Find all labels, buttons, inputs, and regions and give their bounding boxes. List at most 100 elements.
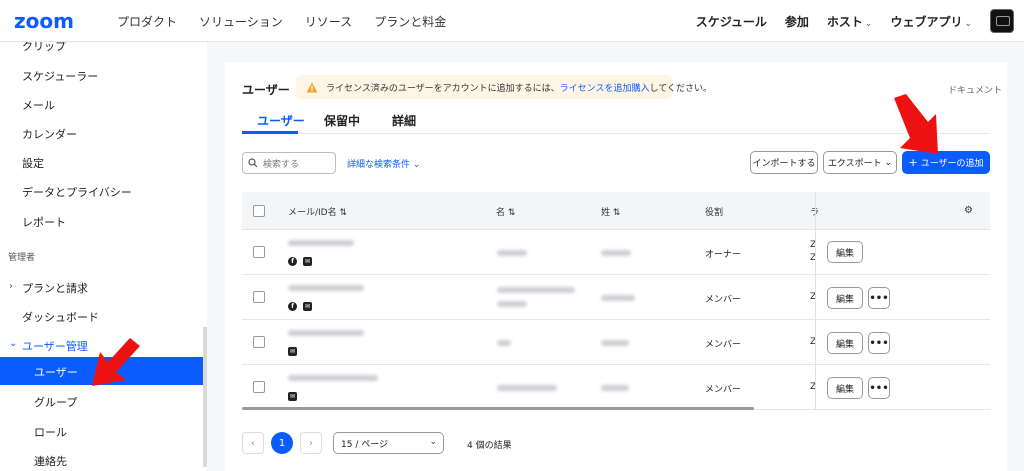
select-all-checkbox[interactable] — [253, 205, 265, 217]
tab-pending[interactable]: 保留中 — [324, 112, 360, 129]
license-banner: ライセンス済みのユーザーをアカウントに追加するには、 ライセンスを追加購入 して… — [296, 75, 712, 99]
top-nav-menu: プロダクト ソリューション リソース プランと料金 — [117, 0, 446, 42]
header-role: 役割 — [705, 208, 724, 218]
sidebar-item-user-management[interactable]: ユーザー管理 — [22, 338, 88, 354]
sidebar-item-reports[interactable]: レポート — [22, 214, 66, 230]
results-count: 4 個の結果 — [467, 441, 512, 451]
mail-icon: ✉ — [303, 302, 312, 311]
chevron-down-icon: ⌄ — [9, 338, 18, 349]
banner-text-before: ライセンス済みのユーザーをアカウントに追加するには、 — [326, 83, 560, 94]
mail-icon: ✉ — [303, 257, 312, 266]
nav-join[interactable]: 参加 — [785, 13, 809, 30]
nav-schedule[interactable]: スケジュール — [696, 13, 767, 30]
mail-icon: ✉ — [288, 347, 297, 356]
sidebar-item-groups[interactable]: グループ — [34, 394, 77, 410]
search-icon — [248, 158, 258, 168]
red-arrow-annotation — [894, 94, 938, 154]
top-right-menu: スケジュール 参加 ホスト ⌄ ウェブアプリ ⌄ — [696, 0, 1014, 42]
more-actions-button[interactable]: ••• — [868, 377, 890, 399]
row-checkbox[interactable] — [253, 336, 265, 348]
mail-icon: ✉ — [288, 392, 297, 401]
table-header: メール/ID名 ⇅ 名 ⇅ 姓 ⇅ 役割 ラ ⚙ — [242, 192, 990, 230]
sidebar-item-settings[interactable]: 設定 — [22, 155, 44, 171]
header-first-name[interactable]: 名 ⇅ — [496, 205, 515, 218]
zoom-logo[interactable]: zoom — [14, 9, 74, 33]
page-button-current[interactable]: 1 — [271, 432, 293, 454]
active-tab-indicator — [242, 131, 298, 134]
import-button[interactable]: インポートする — [750, 151, 818, 174]
edit-button[interactable]: 編集 — [827, 377, 863, 399]
first-name-redacted — [497, 385, 557, 391]
banner-text-after: してください。 — [649, 83, 712, 94]
sidebar-item-mail[interactable]: メール — [22, 97, 55, 113]
chevron-down-icon: ⌄ — [884, 157, 893, 168]
first-name-redacted — [497, 250, 527, 256]
export-label: エクスポート — [827, 159, 882, 169]
nav-solutions[interactable]: ソリューション — [199, 13, 283, 30]
first-name-redacted — [497, 287, 575, 293]
page-title: ユーザー — [242, 83, 290, 97]
edit-button[interactable]: 編集 — [827, 241, 863, 263]
gear-icon[interactable]: ⚙ — [964, 205, 973, 216]
sidebar-section-admin: 管理者 — [8, 253, 36, 263]
header-email[interactable]: メール/ID名 ⇅ — [288, 205, 347, 218]
sidebar-item-plans[interactable]: プランと請求 — [22, 280, 88, 296]
role-cell: メンバー — [705, 295, 742, 305]
nav-products[interactable]: プロダクト — [117, 13, 177, 30]
sidebar-item-dashboard[interactable]: ダッシュボード — [22, 309, 99, 325]
sidebar-item-data-privacy[interactable]: データとプライバシー — [22, 184, 132, 200]
first-name-redacted — [497, 301, 527, 307]
red-arrow-annotation — [92, 338, 140, 386]
email-redacted — [288, 375, 378, 381]
table-row: ✉ メンバー Z 編集 ••• — [242, 320, 990, 365]
table-row: f ✉ メンバー Z 編集 ••• — [242, 275, 990, 320]
next-page-button[interactable]: › — [300, 432, 322, 454]
sticky-column-divider — [815, 192, 816, 410]
prev-page-button[interactable]: ‹ — [242, 432, 264, 454]
chevron-down-icon: ⌄ — [412, 160, 421, 170]
header-first-label: 名 — [496, 208, 506, 218]
nav-pricing[interactable]: プランと料金 — [374, 13, 446, 30]
per-page-select[interactable]: 15 / ページ ⌄ — [333, 432, 444, 454]
nav-resources[interactable]: リソース — [305, 13, 352, 30]
advanced-search-label: 詳細な検索条件 — [347, 160, 411, 170]
more-actions-button[interactable]: ••• — [868, 287, 890, 309]
role-cell: メンバー — [705, 340, 742, 350]
role-cell: オーナー — [705, 250, 742, 260]
last-name-redacted — [601, 340, 629, 346]
email-redacted — [288, 330, 364, 336]
chevron-down-icon: ⌄ — [429, 437, 437, 447]
top-navigation-bar: zoom プロダクト ソリューション リソース プランと料金 スケジュール 参加… — [0, 0, 1024, 42]
tab-users[interactable]: ユーザー — [257, 112, 305, 129]
warning-icon — [306, 82, 318, 93]
nav-host[interactable]: ホスト ⌄ — [827, 13, 873, 30]
sidebar-item-scheduler[interactable]: スケジューラー — [22, 68, 98, 84]
tabs: ユーザー 保留中 詳細 — [242, 104, 990, 134]
search-input[interactable]: 検索する — [242, 152, 336, 174]
more-actions-button[interactable]: ••• — [868, 332, 890, 354]
last-name-redacted — [601, 385, 629, 391]
sort-icon: ⇅ — [339, 208, 348, 218]
edit-button[interactable]: 編集 — [827, 332, 863, 354]
horizontal-scrollbar[interactable] — [242, 407, 754, 410]
edit-button[interactable]: 編集 — [827, 287, 863, 309]
table-row: ✉ メンバー Z 編集 ••• — [242, 365, 990, 410]
documentation-link[interactable]: ドキュメント — [948, 83, 1002, 96]
row-checkbox[interactable] — [253, 291, 265, 303]
row-checkbox[interactable] — [253, 246, 265, 258]
header-email-label: メール/ID名 — [288, 208, 337, 218]
nav-host-label: ホスト — [826, 14, 863, 29]
buy-license-link[interactable]: ライセンスを追加購入 — [560, 81, 650, 94]
tab-details[interactable]: 詳細 — [392, 112, 416, 129]
sidebar-item-roles[interactable]: ロール — [34, 424, 67, 440]
nav-webapp[interactable]: ウェブアプリ ⌄ — [890, 13, 972, 30]
advanced-search-link[interactable]: 詳細な検索条件 ⌄ — [347, 157, 420, 170]
sidebar-item-contacts[interactable]: 連絡先 — [34, 453, 67, 469]
sidebar-item-calendar[interactable]: カレンダー — [22, 126, 77, 142]
sidebar: クリップ スケジューラー メール カレンダー 設定 データとプライバシー レポー… — [0, 42, 207, 471]
row-checkbox[interactable] — [253, 381, 265, 393]
avatar[interactable] — [990, 9, 1014, 33]
header-last-name[interactable]: 姓 ⇅ — [601, 205, 620, 218]
sort-icon: ⇅ — [612, 208, 621, 218]
sidebar-item-clips[interactable]: クリップ — [22, 42, 66, 54]
